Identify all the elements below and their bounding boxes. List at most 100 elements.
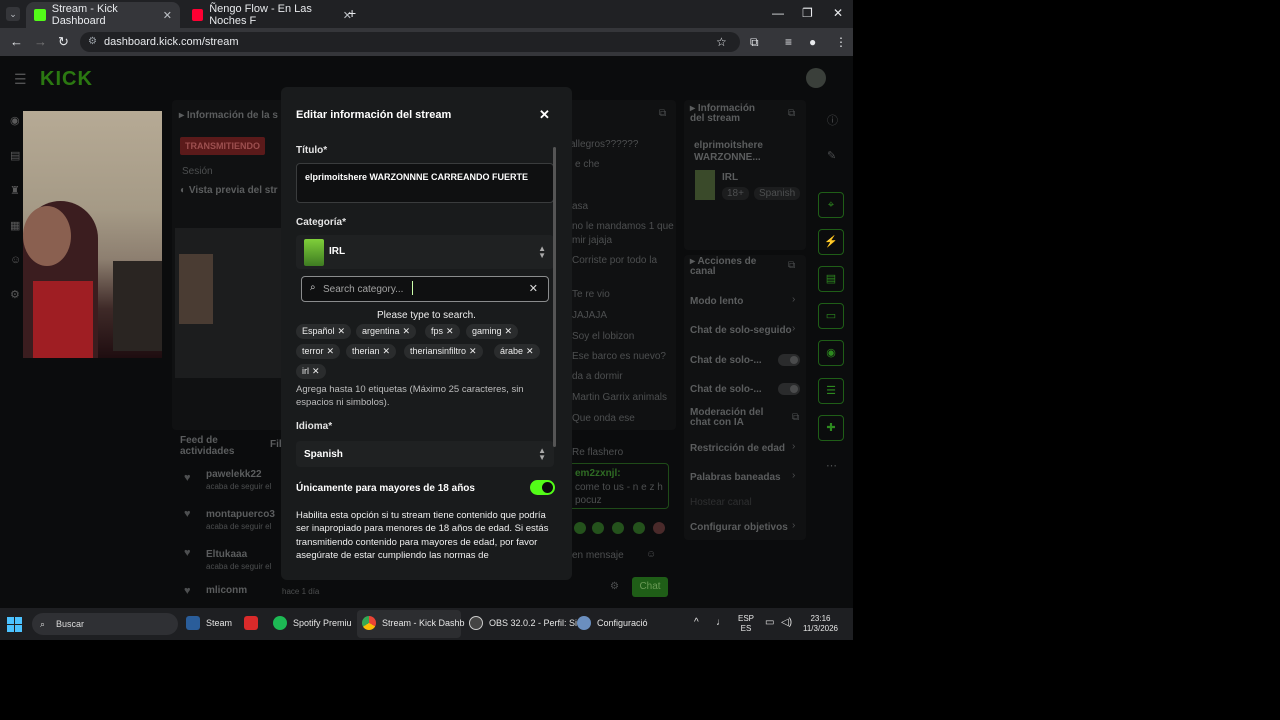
tab-search-icon[interactable]: ⌄ <box>6 7 20 21</box>
microphone-icon[interactable]: ♩ <box>716 618 726 628</box>
remove-tag-icon[interactable]: ✕ <box>505 326 513 336</box>
tab-kick-dashboard[interactable]: Stream - Kick Dashboard ✕ <box>26 2 180 28</box>
taskbar-spotify[interactable]: Spotify Premiu <box>273 616 352 630</box>
chat-line: come to us - n e z h <box>575 482 663 493</box>
media-controls-icon[interactable]: ≡ <box>785 35 792 49</box>
emote-icon[interactable] <box>612 522 624 534</box>
edit-stream-modal: Editar información del stream ✕ Título* … <box>281 87 572 580</box>
edit-icon[interactable]: ✎ <box>827 149 836 162</box>
remove-tag-icon[interactable]: ✕ <box>469 346 477 356</box>
site-info-icon[interactable]: ⚙ <box>88 32 97 52</box>
close-icon[interactable]: ✕ <box>539 107 550 123</box>
bookmark-star-icon[interactable]: ☆ <box>716 35 727 49</box>
chat-settings-icon[interactable]: ⚙ <box>610 581 619 592</box>
remove-tag-icon[interactable]: ✕ <box>446 326 454 336</box>
action-host-channel[interactable]: Hostear canal <box>690 497 752 508</box>
emote-icon[interactable] <box>592 522 604 534</box>
adult-only-toggle[interactable] <box>530 480 555 495</box>
forward-icon[interactable]: → <box>34 34 47 49</box>
action-followers-only[interactable]: Chat de solo-seguido <box>690 325 792 336</box>
preview-label: ◐ Vista previa del str <box>180 185 278 196</box>
remove-tag-icon[interactable]: ✕ <box>383 346 391 356</box>
category-select[interactable]: IRL ▲ ▼ <box>296 235 554 269</box>
menu-icon[interactable]: ⋮ <box>835 35 847 49</box>
back-icon[interactable]: ← <box>10 34 23 49</box>
info-icon[interactable]: ⓘ <box>827 112 838 128</box>
reload-icon[interactable]: ↻ <box>58 34 69 50</box>
action-ai-moderation[interactable]: Moderación del chat con IA <box>690 408 785 428</box>
minimize-icon[interactable]: — <box>772 6 784 20</box>
category-search-input[interactable]: ⌕ Search category... ✕ <box>301 276 549 302</box>
url-field[interactable]: ⚙ dashboard.kick.com/stream <box>80 32 740 52</box>
clock[interactable]: 23:16 11/3/2026 <box>803 614 838 634</box>
popout-icon[interactable]: ⧉ <box>659 108 666 119</box>
taskbar-obs[interactable]: OBS 32.0.2 - Perfil: Si <box>469 616 577 630</box>
restore-icon[interactable]: ❐ <box>802 6 813 20</box>
kick-logo[interactable]: KICK <box>40 68 93 91</box>
extensions-icon[interactable]: ⧉ <box>750 35 759 50</box>
close-tab-icon[interactable]: ✕ <box>163 9 172 22</box>
popout-icon[interactable]: ⧉ <box>788 108 795 119</box>
action-age-restriction[interactable]: Restricción de edad <box>690 443 785 454</box>
action-banned-words[interactable]: Palabras baneadas <box>690 472 781 483</box>
rail-list-icon[interactable]: ☰ <box>818 378 844 404</box>
filter-label[interactable]: Fil <box>270 439 282 450</box>
chevron-right-icon[interactable]: › <box>792 294 795 305</box>
network-icon[interactable]: ▭ <box>765 618 774 628</box>
tab-youtube[interactable]: Ñengo Flow - En Las Noches F ✕ <box>184 2 360 28</box>
hamburger-icon[interactable]: ☰ <box>14 71 27 88</box>
action-subs-only[interactable]: Chat de solo-... <box>690 355 762 366</box>
obs-icon <box>469 616 483 630</box>
profile-icon[interactable]: ● <box>809 35 816 49</box>
rail-clip-icon[interactable]: ⌖ <box>818 192 844 218</box>
rail-chat-icon[interactable]: ▭ <box>818 303 844 329</box>
remove-tag-icon[interactable]: ✕ <box>338 326 346 336</box>
taskbar-app-red[interactable] <box>244 616 264 630</box>
emote-icon[interactable] <box>633 522 645 534</box>
action-goals[interactable]: Configurar objetivos <box>690 522 788 533</box>
taskbar-settings[interactable]: Configuració <box>577 616 648 630</box>
remove-tag-icon[interactable]: ✕ <box>526 346 534 356</box>
rail-broadcast-icon[interactable]: ◉ <box>818 340 844 366</box>
chevron-right-icon[interactable]: › <box>792 520 795 531</box>
clock-time: 23:16 <box>810 614 831 623</box>
more-icon[interactable]: ⋯ <box>826 459 837 472</box>
action-emotes-only[interactable]: Chat de solo-... <box>690 384 762 395</box>
remove-tag-icon[interactable]: ✕ <box>312 366 320 376</box>
chevron-right-icon[interactable]: › <box>792 470 795 481</box>
language-select[interactable]: Spanish ▲ ▼ <box>296 441 554 467</box>
rail-tools-icon[interactable]: ✚ <box>818 415 844 441</box>
modal-scrollbar[interactable] <box>553 147 556 447</box>
popout-icon[interactable]: ⧉ <box>788 260 795 271</box>
chevron-up-icon[interactable]: ^ <box>694 618 699 628</box>
external-link-icon[interactable]: ⧉ <box>792 412 799 423</box>
toggle-switch[interactable] <box>778 354 800 366</box>
heart-icon: ♥ <box>184 585 191 597</box>
remove-tag-icon[interactable]: ✕ <box>403 326 411 336</box>
chevron-right-icon[interactable]: › <box>792 441 795 452</box>
stream-title-input[interactable]: elprimoitshere WARZONNNE CARREANDO FUERT… <box>296 163 554 203</box>
new-tab-icon[interactable]: + <box>348 5 356 21</box>
action-slow-mode[interactable]: Modo lento <box>690 296 743 307</box>
toggle-switch[interactable] <box>778 383 800 395</box>
remove-tag-icon[interactable]: ✕ <box>327 346 335 356</box>
emote-icon[interactable] <box>574 522 586 534</box>
volume-icon[interactable]: ◁) <box>781 618 792 628</box>
chat-send-button[interactable]: Chat <box>632 577 668 597</box>
rail-bolt-icon[interactable]: ⚡ <box>818 229 844 255</box>
chat-input[interactable]: en mensaje <box>572 550 624 561</box>
emote-icon[interactable] <box>653 522 665 534</box>
rail-doc-icon[interactable]: ▤ <box>818 266 844 292</box>
taskbar-search[interactable]: ⌕ Buscar <box>32 613 178 635</box>
clear-search-icon[interactable]: ✕ <box>529 282 538 295</box>
close-window-icon[interactable]: ✕ <box>833 6 843 20</box>
user-avatar[interactable] <box>806 68 826 88</box>
windows-start-icon[interactable] <box>7 617 23 633</box>
language-indicator[interactable]: ESP ES <box>738 614 754 634</box>
taskbar-steam[interactable]: Steam <box>186 616 232 630</box>
taskbar-chrome[interactable]: Stream - Kick Dashb <box>362 616 465 630</box>
windows-taskbar: ⌕ Buscar Steam Spotify Premiu Stream - K… <box>0 608 853 640</box>
search-hint: Please type to search. <box>377 310 476 321</box>
emoji-icon[interactable]: ☺ <box>646 549 656 560</box>
chevron-right-icon[interactable]: › <box>792 323 795 334</box>
